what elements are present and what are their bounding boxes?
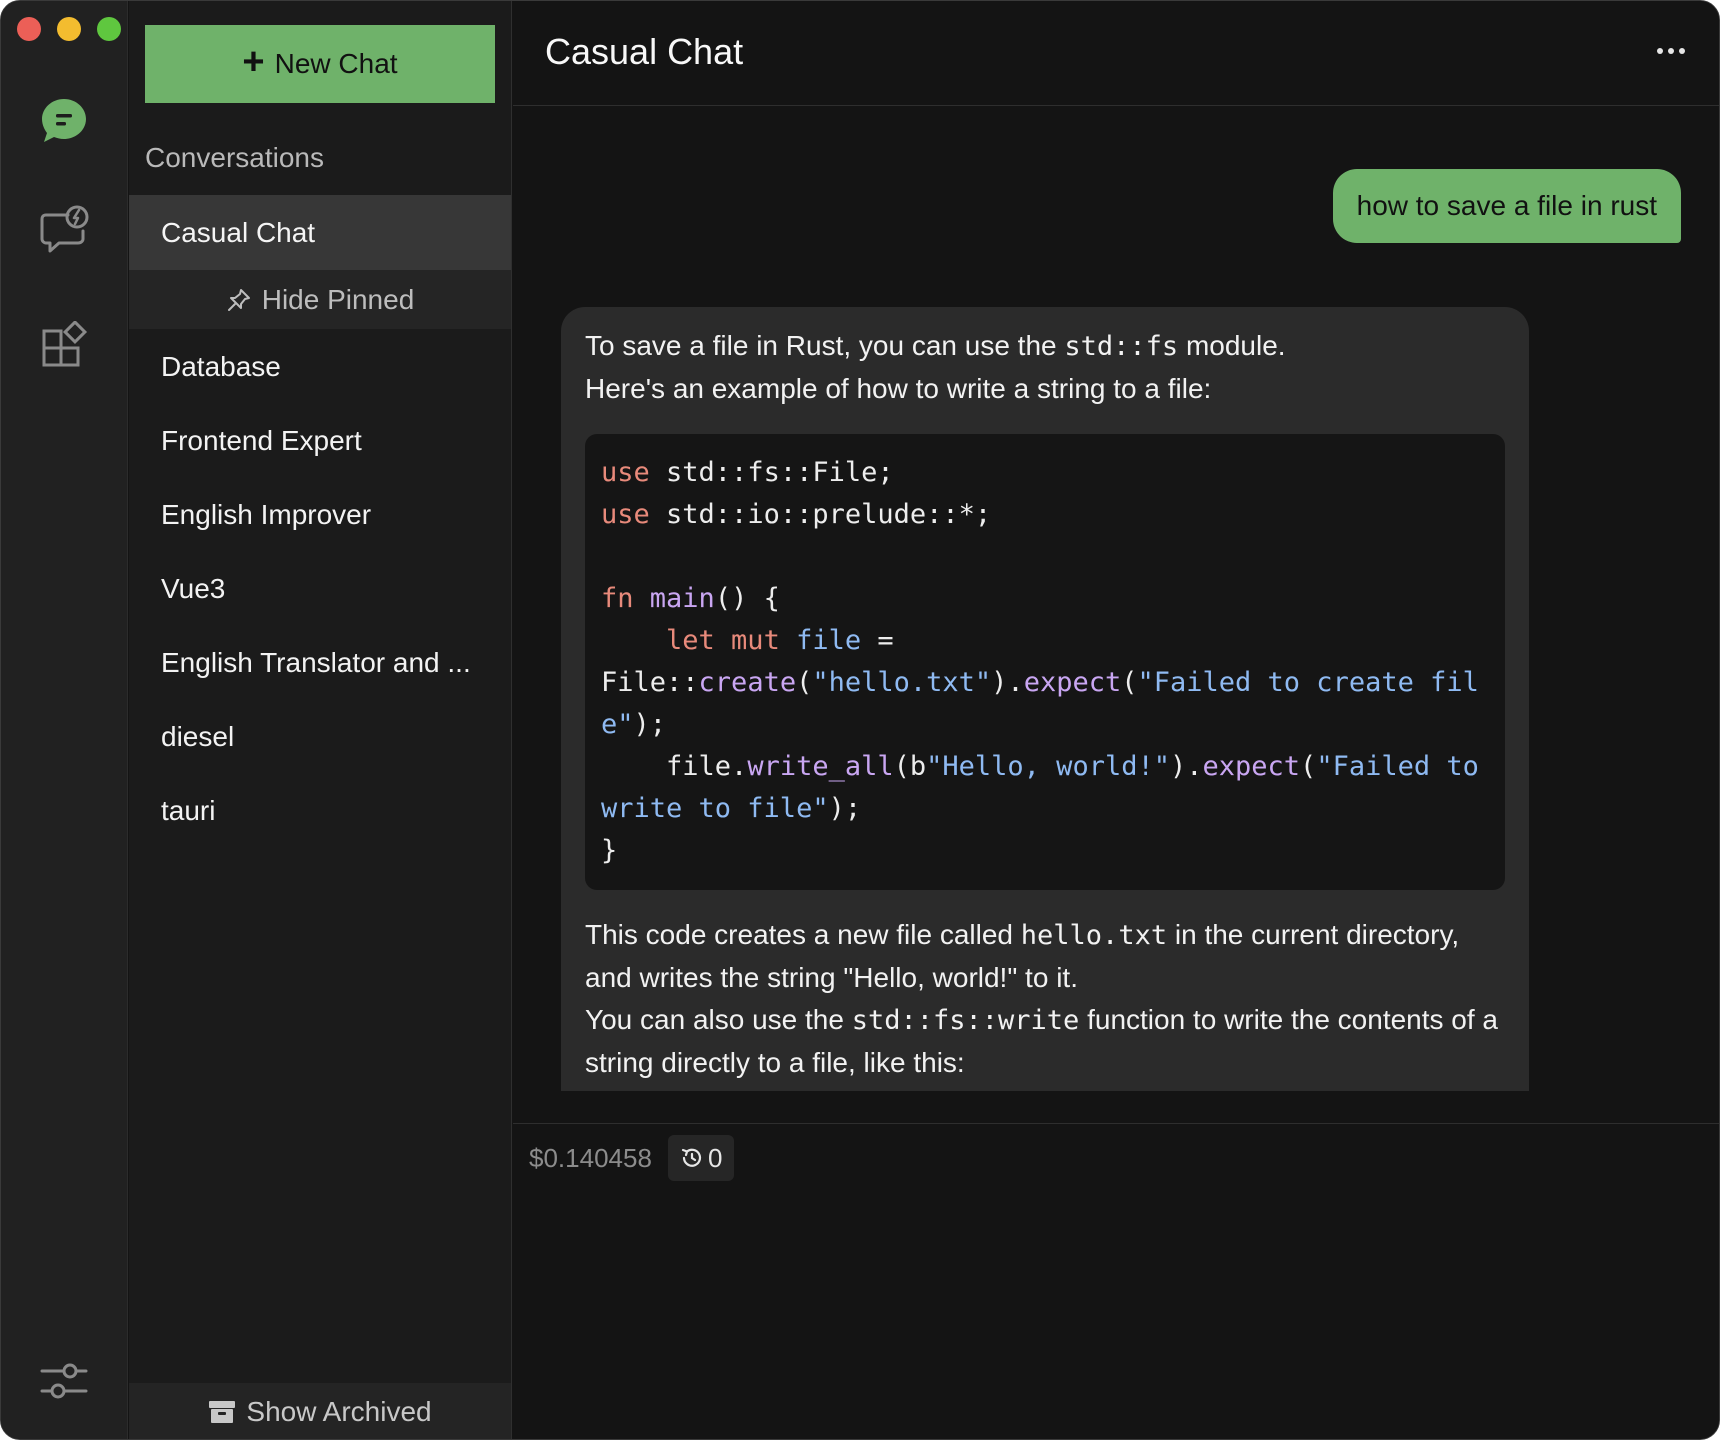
conversation-label: Casual Chat	[161, 216, 316, 248]
code-token: main	[649, 583, 715, 614]
inline-code: hello.txt	[1020, 920, 1168, 951]
plus-icon: +	[242, 41, 265, 83]
show-archived-button[interactable]: Show Archived	[129, 1383, 511, 1439]
code-token: () {	[714, 583, 780, 614]
show-archived-label: Show Archived	[246, 1396, 432, 1427]
cost-readout: $0.140458	[529, 1143, 652, 1173]
history-count: 0	[708, 1142, 723, 1173]
text-span: module.	[1178, 330, 1286, 361]
text-span: To save a file in Rust, you can use the	[585, 330, 1065, 361]
settings-nav-button[interactable]	[34, 1351, 94, 1411]
text-span: This code creates a new file called	[585, 919, 1021, 950]
chats-nav-button[interactable]	[34, 91, 94, 151]
pin-icon	[227, 288, 250, 311]
footer-divider	[513, 1123, 1719, 1124]
conversation-item[interactable]: English Improver	[129, 478, 511, 552]
settings-sliders-icon	[40, 1363, 88, 1399]
conversation-item[interactable]: tauri	[129, 774, 511, 848]
inline-code: std::fs	[1064, 331, 1179, 362]
prompts-nav-button[interactable]	[34, 201, 94, 261]
text-span: You can also use the	[585, 1004, 852, 1035]
minimize-window-button[interactable]	[57, 17, 81, 41]
code-token: ).	[991, 667, 1024, 698]
code-token: file.	[601, 751, 748, 782]
code-token: }	[601, 835, 618, 866]
chat-header: Casual Chat	[513, 1, 1719, 106]
more-dot	[1668, 48, 1674, 54]
inline-code: std::fs::write	[851, 1005, 1080, 1036]
user-message: how to save a file in rust	[1332, 169, 1681, 243]
more-dot	[1679, 48, 1685, 54]
code-token: );	[633, 709, 667, 740]
code-token: use	[601, 457, 650, 488]
zoom-window-button[interactable]	[97, 17, 121, 41]
close-window-button[interactable]	[17, 17, 41, 41]
assistant-paragraph: To save a file in Rust, you can use the …	[585, 325, 1505, 368]
archive-icon	[209, 1401, 236, 1423]
assistant-message: To save a file in Rust, you can use the …	[561, 307, 1529, 1091]
extensions-nav-button[interactable]	[34, 317, 94, 377]
new-chat-button[interactable]: + New Chat	[145, 25, 495, 103]
chat-title: Casual Chat	[545, 31, 744, 72]
history-icon	[681, 1148, 702, 1167]
hide-pinned-label: Hide Pinned	[261, 283, 415, 315]
code-token: (	[1121, 667, 1138, 698]
code-token: let mut	[666, 625, 780, 656]
code-token: "Hello, world!"	[926, 751, 1170, 782]
conversation-list: Database Frontend Expert English Improve…	[129, 330, 511, 848]
conversation-item-active[interactable]: Casual Chat	[129, 195, 511, 270]
extensions-icon	[42, 321, 88, 367]
code-token: (b	[893, 751, 927, 782]
conversation-item[interactable]: Vue3	[129, 552, 511, 626]
assistant-paragraph: This code creates a new file called hell…	[585, 914, 1505, 999]
code-token: (	[1300, 751, 1317, 782]
code-token: expect	[1202, 751, 1301, 782]
code-token: );	[828, 793, 862, 824]
message-list[interactable]: how to save a file in rust To save a fil…	[513, 107, 1719, 1091]
new-chat-label: New Chat	[274, 48, 398, 79]
conversation-item[interactable]: Database	[129, 330, 511, 404]
code-token: "hello.txt"	[812, 667, 992, 698]
app-window: + New Chat Conversations Casual Chat Hid…	[0, 0, 1720, 1440]
code-token: create	[698, 667, 797, 698]
code-token: File::	[601, 667, 699, 698]
assistant-paragraph: Here's an example of how to write a stri…	[585, 373, 1212, 404]
conversations-heading: Conversations	[145, 142, 324, 173]
code-token: std::io::prelude::*;	[649, 499, 992, 530]
hide-pinned-toggle[interactable]: Hide Pinned	[129, 270, 511, 329]
code-token: use	[601, 499, 650, 530]
conversation-sidebar: + New Chat Conversations Casual Chat Hid…	[129, 1, 512, 1439]
code-token: file	[796, 625, 862, 656]
code-token: =	[861, 625, 894, 656]
icon-rail	[1, 1, 128, 1439]
conversation-item[interactable]: diesel	[129, 700, 511, 774]
code-block: use std::fs::File; use std::io::prelude:…	[585, 434, 1505, 890]
code-token: fn	[601, 583, 634, 614]
code-token: write_all	[747, 751, 894, 782]
history-button[interactable]: 0	[668, 1135, 735, 1181]
chat-panel: Casual Chat how to save a file in rust T…	[513, 1, 1719, 1439]
chat-bubble-icon	[42, 99, 86, 142]
conversation-item[interactable]: Frontend Expert	[129, 404, 511, 478]
code-token: ).	[1169, 751, 1203, 782]
code-token: (	[796, 667, 813, 698]
code-token: std::fs::File;	[649, 457, 894, 488]
code-token: expect	[1023, 667, 1122, 698]
more-options-button[interactable]	[1651, 33, 1691, 69]
more-dot	[1657, 48, 1663, 54]
prompt-bubble-icon	[40, 205, 89, 253]
assistant-paragraph: You can also use the std::fs::write func…	[585, 999, 1505, 1084]
conversation-item[interactable]: English Translator and ...	[129, 626, 511, 700]
